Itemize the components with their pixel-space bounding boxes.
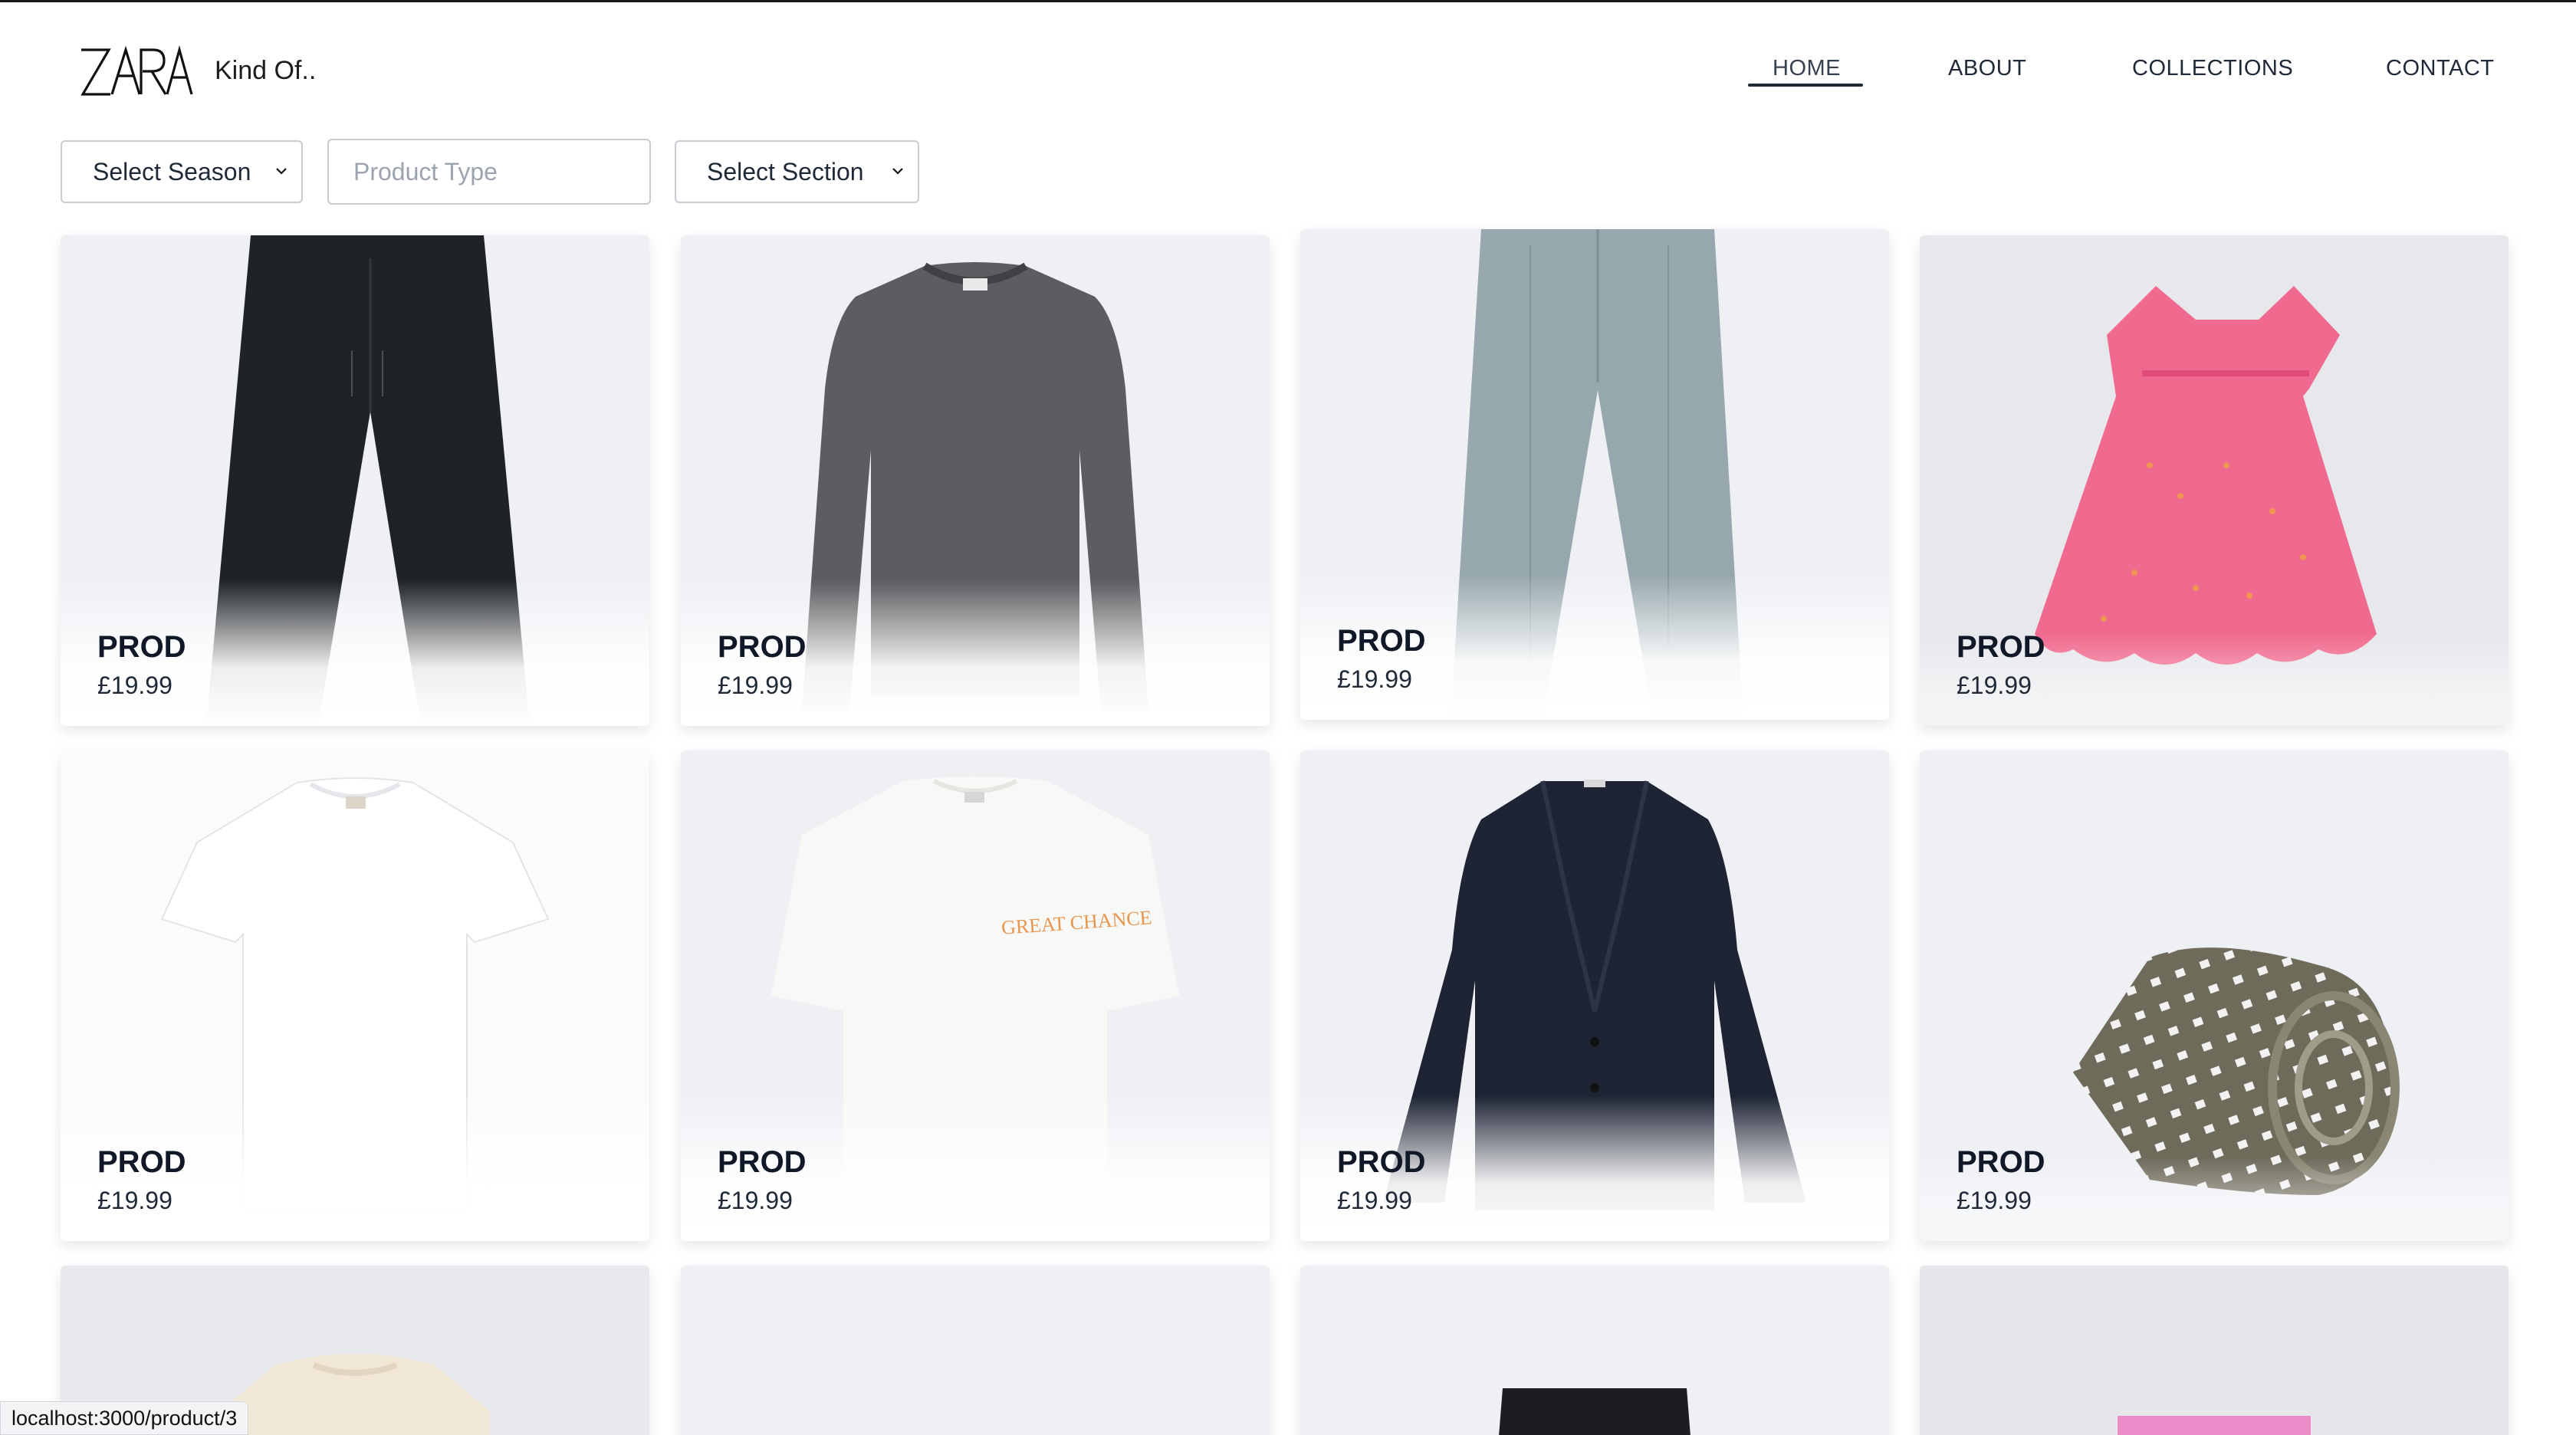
product-name: PROD	[97, 1145, 186, 1179]
product-price: £19.99	[97, 672, 172, 699]
product-card[interactable]	[681, 1266, 1270, 1435]
product-card[interactable]: PROD £19.99	[1920, 235, 2509, 726]
product-name: PROD	[1957, 1145, 2045, 1179]
product-card[interactable]: PROD £19.99	[1300, 229, 1889, 720]
product-card[interactable]	[1300, 1266, 1889, 1435]
chevron-down-icon	[276, 168, 287, 175]
product-type-input[interactable]	[327, 139, 651, 205]
product-card[interactable]: GREAT CHANCE PROD £19.99	[681, 750, 1270, 1241]
product-card[interactable]: PROD £19.99	[1300, 750, 1889, 1241]
nav-about[interactable]: ABOUT	[1948, 56, 2026, 81]
nav-active-underline	[1748, 84, 1863, 87]
product-price: £19.99	[1337, 1187, 1412, 1214]
product-image-black-shorts	[1300, 1266, 1889, 1435]
product-name: PROD	[718, 1145, 807, 1179]
product-card[interactable]: PROD £19.99	[1920, 750, 2509, 1241]
main-nav: HOME ABOUT COLLECTIONS CONTACT	[0, 56, 2576, 94]
product-name: PROD	[97, 630, 186, 664]
product-name: PROD	[718, 630, 807, 664]
product-name: PROD	[1337, 624, 1426, 658]
product-name: PROD	[1957, 630, 2045, 664]
site-header: Kind Of.. HOME ABOUT COLLECTIONS CONTACT	[0, 2, 2576, 140]
season-select[interactable]: Select Season	[61, 140, 303, 203]
product-price: £19.99	[1957, 1187, 2032, 1214]
product-price: £19.99	[1957, 672, 2032, 699]
nav-contact[interactable]: CONTACT	[2386, 56, 2495, 81]
product-price: £19.99	[97, 1187, 172, 1214]
nav-home[interactable]: HOME	[1773, 56, 1841, 81]
product-card[interactable]: PROD £19.99	[681, 235, 1270, 726]
product-image-pink-item	[1920, 1266, 2509, 1435]
product-price: £19.99	[718, 672, 793, 699]
product-card[interactable]: PROD £19.99	[61, 750, 649, 1241]
filter-bar: Select Season Select Section	[0, 139, 2576, 206]
status-bar-url: localhost:3000/product/3	[0, 1401, 249, 1435]
product-price: £19.99	[1337, 665, 1412, 693]
product-card[interactable]: PROD £19.99	[61, 235, 649, 726]
product-price: £19.99	[718, 1187, 793, 1214]
product-card[interactable]	[1920, 1266, 2509, 1435]
product-grid: PROD £19.99 PROD £19.99 PROD £19.99 PROD…	[0, 0, 2576, 1435]
nav-collections[interactable]: COLLECTIONS	[2132, 56, 2293, 81]
product-image-placeholder	[681, 1266, 1270, 1435]
product-name: PROD	[1337, 1145, 1426, 1179]
section-select-value: Select Section	[707, 157, 864, 186]
season-select-value: Select Season	[93, 157, 251, 186]
chevron-down-icon	[892, 168, 903, 175]
section-select[interactable]: Select Section	[675, 140, 919, 203]
